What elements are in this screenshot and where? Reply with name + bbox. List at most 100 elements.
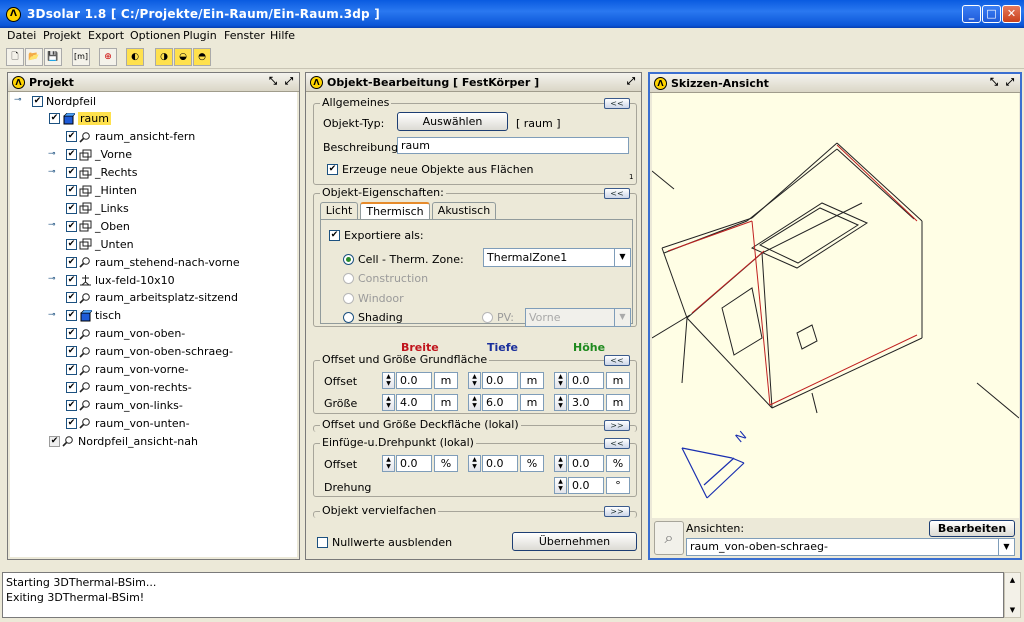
maximize-panel-icon[interactable]: ⤢: [283, 76, 295, 88]
menu-projekt[interactable]: Projekt: [43, 29, 81, 42]
thermal-zone-select[interactable]: ThermalZone1 ▼: [483, 248, 631, 267]
tree-item[interactable]: ✔ raum_ansicht-fern: [66, 130, 195, 146]
tree-item[interactable]: ✔ _Unten: [66, 237, 134, 253]
tree-item-checkbox[interactable]: ✔: [66, 238, 77, 250]
tree-item-checkbox[interactable]: ✔: [66, 328, 77, 340]
collapse-pivot-button[interactable]: <<: [604, 438, 630, 449]
tree-item-checkbox[interactable]: ✔: [66, 381, 77, 393]
spinner-arrows-icon[interactable]: ▲ ▼: [382, 455, 395, 472]
scroll-down-icon[interactable]: ▼: [1005, 603, 1020, 617]
collapse-base-button[interactable]: <<: [604, 355, 630, 366]
tree-item[interactable]: ✔ raum_von-unten-: [66, 416, 190, 432]
tree-item-checkbox[interactable]: ✔: [66, 202, 77, 214]
tree-item-checkbox[interactable]: ✔: [66, 149, 77, 161]
spinner-arrows-icon[interactable]: ▲ ▼: [554, 455, 567, 472]
apply-button[interactable]: Übernehmen: [512, 532, 637, 551]
expand-top-face-button[interactable]: >>: [604, 420, 630, 431]
menu-hilfe[interactable]: Hilfe: [270, 29, 295, 42]
spinner-arrows-icon[interactable]: ▲ ▼: [554, 394, 567, 411]
tree-item[interactable]: ✔ raum_von-vorne-: [66, 363, 189, 379]
save-icon[interactable]: 💾: [44, 48, 62, 66]
tree-item[interactable]: ✔ raum_von-rechts-: [66, 380, 192, 396]
expand-multiply-button[interactable]: >>: [604, 506, 630, 517]
menu-plugin[interactable]: Plugin: [183, 29, 217, 42]
plugin-a-icon[interactable]: ◐: [126, 48, 144, 66]
tree-expand-icon[interactable]: ⊸: [48, 274, 56, 290]
m-bracket-icon[interactable]: [m]: [72, 48, 90, 66]
tree-item[interactable]: ✔ raum_stehend-nach-vorne: [66, 255, 240, 271]
tree-item-checkbox[interactable]: ✔: [32, 95, 43, 107]
tree-expand-icon[interactable]: ⊸: [48, 167, 56, 183]
maximize-button[interactable]: □: [982, 5, 1001, 23]
menu-export[interactable]: Export: [88, 29, 124, 42]
spinner-arrows-icon[interactable]: ▲ ▼: [382, 394, 395, 411]
magnifier-icon[interactable]: ⌕: [654, 521, 684, 555]
tree-item[interactable]: ✔ _Vorne: [66, 148, 132, 164]
tree-item-checkbox[interactable]: ✔: [66, 131, 77, 143]
number-input[interactable]: 0.0: [482, 455, 518, 472]
tab-licht[interactable]: Licht: [320, 202, 358, 219]
menu-fenster[interactable]: Fenster: [224, 29, 265, 42]
tree-item[interactable]: ✔ Nordpfeil_ansicht-nah: [49, 434, 198, 450]
number-input[interactable]: 0.0: [396, 455, 432, 472]
tree-item-checkbox[interactable]: ✔: [66, 417, 77, 429]
close-button[interactable]: ✕: [1002, 5, 1021, 23]
scroll-up-icon[interactable]: ▲: [1005, 573, 1020, 587]
plugin-c-icon[interactable]: ◒: [174, 48, 192, 66]
tree-item[interactable]: ✔ Nordpfeil: [32, 94, 96, 110]
plugin-d-icon[interactable]: ◓: [193, 48, 211, 66]
shading-radio[interactable]: [343, 312, 354, 323]
plugin-b-icon[interactable]: ◑: [155, 48, 173, 66]
tree-item[interactable]: ✔ raum_von-oben-: [66, 327, 185, 343]
collapse-general-button[interactable]: <<: [604, 98, 630, 109]
tree-item[interactable]: ✔ _Hinten: [66, 184, 137, 200]
tree-item-checkbox[interactable]: ✔: [66, 364, 77, 375]
spinner-arrows-icon[interactable]: ▲ ▼: [554, 477, 567, 494]
spinner-arrows-icon[interactable]: ▲ ▼: [468, 455, 481, 472]
spinner-arrows-icon[interactable]: ▲ ▼: [554, 372, 567, 389]
tree-item-checkbox[interactable]: ✔: [66, 292, 77, 304]
number-input[interactable]: 0.0: [568, 477, 604, 494]
tree-item-checkbox[interactable]: ✔: [66, 185, 77, 196]
menu-optionen[interactable]: Optionen: [130, 29, 180, 42]
log-scrollbar[interactable]: ▲ ▼: [1004, 572, 1021, 618]
log-area[interactable]: Starting 3DThermal-BSim... Exiting 3DThe…: [2, 572, 1004, 618]
tree-item[interactable]: ✔ _Oben: [66, 219, 130, 235]
tree-item-checkbox[interactable]: ✔: [49, 435, 60, 447]
export-as-checkbox[interactable]: ✔: [329, 230, 340, 241]
tree-item[interactable]: ✔ _Rechts: [66, 166, 137, 182]
edit-views-button[interactable]: Bearbeiten: [929, 520, 1015, 537]
tree-item[interactable]: ✔ raum: [49, 112, 111, 128]
number-input[interactable]: 0.0: [482, 372, 518, 389]
lifebuoy-icon[interactable]: ⊕: [99, 48, 117, 66]
create-from-faces-checkbox[interactable]: ✔: [327, 164, 338, 175]
hide-zero-checkbox[interactable]: [317, 537, 328, 548]
tree-item[interactable]: ✔ lux-feld-10x10: [66, 273, 175, 289]
tree-item-checkbox[interactable]: ✔: [66, 346, 77, 358]
tree-item[interactable]: ✔ raum_arbeitsplatz-sitzend: [66, 291, 238, 307]
minimize-button[interactable]: _: [962, 5, 981, 23]
tree-item-checkbox[interactable]: ✔: [66, 220, 77, 232]
cell-zone-radio[interactable]: [343, 254, 354, 265]
chevron-down-icon[interactable]: ▼: [614, 249, 630, 266]
tree-item-checkbox[interactable]: ✔: [66, 399, 77, 411]
tree-expand-icon[interactable]: ⊸: [48, 310, 56, 326]
open-folder-icon[interactable]: 📂: [25, 48, 43, 66]
tree-item-checkbox[interactable]: ✔: [66, 256, 77, 268]
tree-item[interactable]: ✔ raum_von-links-: [66, 398, 183, 414]
restore-icon[interactable]: ⤡: [988, 77, 1000, 89]
spinner-arrows-icon[interactable]: ▲ ▼: [468, 372, 481, 389]
tree-item-checkbox[interactable]: ✔: [66, 310, 77, 322]
number-input[interactable]: 0.0: [396, 372, 432, 389]
new-file-icon[interactable]: 🗋: [6, 48, 24, 66]
title-bar[interactable]: Λ 3Dsolar 1.8 [ C:/Projekte/Ein-Raum/Ein…: [0, 0, 1024, 28]
chevron-down-icon[interactable]: ▼: [998, 539, 1014, 555]
description-input[interactable]: raum: [397, 137, 629, 154]
menu-datei[interactable]: Datei: [7, 29, 36, 42]
tree-item[interactable]: ✔ _Links: [66, 201, 129, 217]
tree-item[interactable]: ✔ tisch: [66, 309, 121, 325]
tab-akustisch[interactable]: Akustisch: [432, 202, 496, 219]
tree-item-checkbox[interactable]: ✔: [66, 167, 77, 179]
maximize-panel-icon[interactable]: ⤢: [625, 76, 637, 88]
select-type-button[interactable]: Auswählen: [397, 112, 508, 131]
